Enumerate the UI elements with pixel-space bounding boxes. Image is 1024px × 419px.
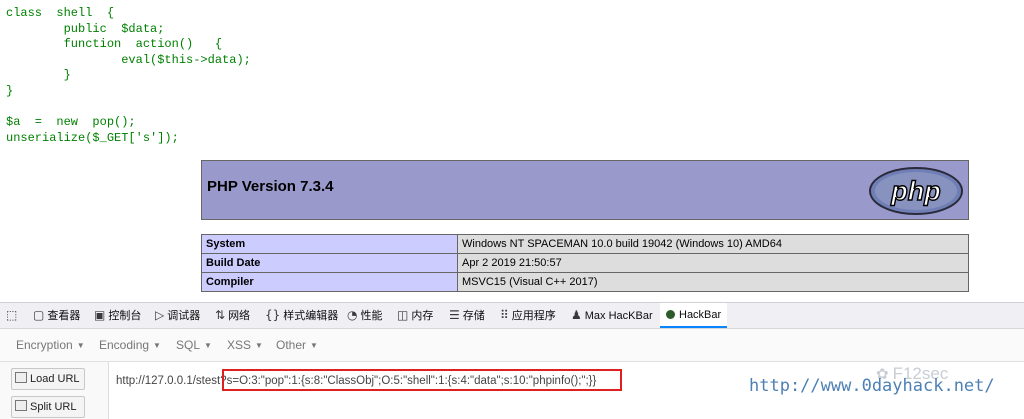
hackbar-icon — [666, 310, 675, 319]
url-base: http://127.0.0.1/stest — [116, 375, 221, 387]
code-line: } — [6, 83, 14, 98]
phpinfo-header: PHP Version 7.3.4 php — [201, 160, 969, 220]
storage-icon: ☰ — [449, 308, 460, 322]
tab-storage[interactable]: ☰ 存储 — [449, 303, 485, 328]
menu-other[interactable]: Other ▼ — [276, 338, 318, 352]
split-url-button[interactable]: Split URL — [11, 396, 85, 418]
application-icon: ⠿ — [500, 308, 509, 322]
caret-down-icon: ▼ — [255, 341, 263, 350]
row-value: Windows NT SPACEMAN 10.0 build 19042 (Wi… — [457, 234, 969, 254]
caret-down-icon: ▼ — [310, 341, 318, 350]
tab-label: 控制台 — [108, 310, 142, 322]
menu-encryption[interactable]: Encryption ▼ — [16, 338, 85, 352]
menu-encoding[interactable]: Encoding ▼ — [99, 338, 161, 352]
devtools-toolbar: ⬚ ▢ 查看器 ▣ 控制台 ▷ 调试器 ⇅ 网络 {} 样式编辑器 ◔ 性能 ◫ 内存 ☰ 存储… — [0, 303, 1024, 329]
caret-down-icon: ▼ — [204, 341, 212, 350]
payload-highlight-box — [222, 369, 622, 391]
tab-label: 应用程序 — [511, 310, 556, 322]
tab-label: 网络 — [228, 310, 251, 322]
tab-label: 查看器 — [47, 310, 81, 322]
performance-icon: ◔ — [347, 308, 358, 322]
table-row: System Windows NT SPACEMAN 10.0 build 19… — [201, 234, 969, 254]
code-line: $a = new pop(); — [6, 115, 136, 130]
devtools-panel: ⬚ ▢ 查看器 ▣ 控制台 ▷ 调试器 ⇅ 网络 {} 样式编辑器 ◔ 性能 ◫ 内存 ☰ 存储… — [0, 302, 1024, 419]
row-value: MSVC15 (Visual C++ 2017) — [457, 272, 969, 292]
split-url-icon — [15, 400, 27, 411]
style-editor-icon: {} — [265, 308, 281, 322]
button-label: Split URL — [30, 401, 77, 413]
tab-label: Max HacKBar — [584, 310, 653, 322]
tab-debugger[interactable]: ▷ 调试器 — [155, 303, 200, 328]
caret-down-icon: ▼ — [153, 341, 161, 350]
php-logo: php — [869, 167, 963, 215]
inspect-icon: ⬚ — [6, 308, 18, 322]
menu-sql[interactable]: SQL ▼ — [176, 338, 212, 352]
row-key: System — [201, 234, 458, 254]
php-version-title: PHP Version 7.3.4 — [207, 178, 334, 195]
tab-label: 样式编辑器 — [283, 310, 339, 322]
row-value: Apr 2 2019 21:50:57 — [457, 253, 969, 273]
tab-label: HackBar — [679, 309, 722, 321]
code-line: public $data; — [6, 21, 165, 36]
menu-label: Encryption — [16, 338, 73, 352]
code-line: class shell { — [6, 6, 115, 20]
table-row: Build Date Apr 2 2019 21:50:57 — [201, 253, 969, 273]
menu-label: XSS — [227, 338, 252, 352]
console-icon: ▣ — [94, 308, 106, 322]
menu-label: SQL — [176, 338, 201, 352]
memory-icon: ◫ — [397, 308, 409, 322]
menu-label: Encoding — [99, 338, 150, 352]
tab-console[interactable]: ▣ 控制台 — [94, 303, 141, 328]
max-hackbar-icon: ♟ — [571, 308, 582, 322]
php-logo-text: php — [890, 176, 940, 206]
tab-label: 存储 — [462, 310, 485, 322]
tab-hackbar[interactable]: HackBar — [660, 303, 728, 328]
code-line: unserialize($_GET['s']); — [6, 130, 179, 145]
tab-label: 性能 — [360, 310, 383, 322]
table-row: Compiler MSVC15 (Visual C++ 2017) — [201, 272, 969, 292]
tab-max-hackbar[interactable]: ♟ Max HacKBar — [571, 303, 653, 328]
code-line: } — [6, 68, 71, 83]
tab-network[interactable]: ⇅ 网络 — [215, 303, 250, 328]
tab-inspector[interactable]: ▢ 查看器 — [33, 303, 80, 328]
tab-style-editor[interactable]: {} 样式编辑器 — [265, 303, 338, 328]
watermark-url: http://www.0dayhack.net/ — [749, 376, 995, 396]
debugger-icon: ▷ — [155, 308, 165, 322]
row-key: Compiler — [201, 272, 458, 292]
php-source-code: class shell { public $data; function act… — [6, 6, 251, 146]
load-url-icon — [15, 372, 27, 383]
row-key: Build Date — [201, 253, 458, 273]
hackbar-menu: Encryption ▼ Encoding ▼ SQL ▼ XSS ▼ Other ▼ — [0, 329, 1024, 362]
tab-label: 内存 — [411, 310, 434, 322]
inspect-picker-button[interactable]: ⬚ — [6, 303, 20, 328]
tab-label: 调试器 — [167, 310, 201, 322]
tab-performance[interactable]: ◔ 性能 — [347, 303, 382, 328]
code-line: function action() { — [6, 37, 223, 52]
menu-label: Other — [276, 338, 307, 352]
caret-down-icon: ▼ — [76, 341, 85, 350]
menu-xss[interactable]: XSS ▼ — [227, 338, 263, 352]
inspector-icon: ▢ — [33, 308, 45, 322]
tab-memory[interactable]: ◫ 内存 — [397, 303, 433, 328]
phpinfo-table: System Windows NT SPACEMAN 10.0 build 19… — [201, 234, 969, 292]
button-label: Load URL — [30, 373, 80, 385]
load-url-button[interactable]: Load URL — [11, 368, 85, 390]
code-line: eval($this->data); — [6, 52, 251, 67]
network-icon: ⇅ — [215, 308, 226, 322]
tab-application[interactable]: ⠿ 应用程序 — [500, 303, 556, 328]
